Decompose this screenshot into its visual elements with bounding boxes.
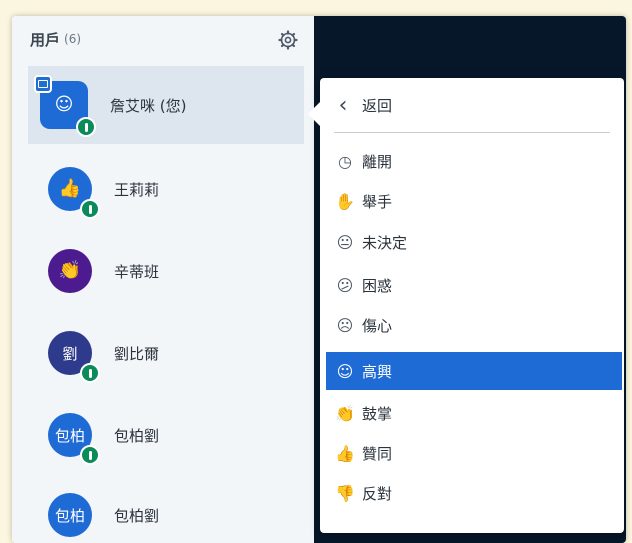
user-row[interactable]: 包柏 包柏劉 [28,396,304,474]
user-list-header: 用戶 (6) [30,28,81,50]
thumbs-up-icon: 👍 [335,443,355,463]
thumbs-down-icon: 👎 [335,483,355,503]
user-list-title: 用戶 [30,30,61,49]
menu-item-label: 鼓掌 [362,404,393,423]
raise-hand-icon: ✋ [335,191,355,211]
menu-item-label: 反對 [362,484,393,503]
menu-item-confused[interactable]: 😕 困惑 [326,266,622,304]
user-row[interactable]: 包柏 包柏劉 [28,476,304,543]
status-dropdown: ‹ 返回 ◷ 離開 ✋ 舉手 😐 未決定 😕 困惑 ☹ 傷心 ☺ 高興 👏 鼓掌… [308,78,624,533]
menu-item-label: 舉手 [362,192,393,211]
avatar: 👍 [48,167,100,219]
user-name: 劉比爾 [114,344,160,363]
user-name: 詹艾咪 (您) [110,96,187,115]
menu-item-label: 贊同 [362,444,393,463]
menu-item-agree[interactable]: 👍 贊同 [326,434,622,472]
microphone-icon [76,117,96,137]
app-frame: 用戶 (6) ☺ 詹艾咪 (您) 👍 王莉莉 👏 辛蒂班 劉 劉比爾 包柏 包柏… [12,16,626,543]
applause-icon: 👏 [335,403,355,423]
back-label: 返回 [362,96,393,115]
menu-item-happy[interactable]: ☺ 高興 [326,352,622,390]
avatar-initials: 劉 [62,344,78,363]
menu-item-sad[interactable]: ☹ 傷心 [326,306,622,344]
sad-face-icon: ☹ [336,315,354,335]
avatar: 👏 [48,249,92,293]
microphone-icon [80,363,100,383]
user-name: 辛蒂班 [114,262,160,281]
menu-item-label: 傷心 [362,316,393,335]
user-row[interactable]: 👍 王莉莉 [28,150,304,228]
back-button[interactable]: ‹ 返回 [330,90,392,120]
confused-face-icon: 😕 [336,275,354,295]
avatar: 包柏 [48,413,100,465]
menu-item-label: 高興 [362,362,393,381]
user-name: 包柏劉 [114,506,160,525]
neutral-face-icon: 😐 [336,232,354,252]
microphone-icon [80,445,100,465]
menu-item-away[interactable]: ◷ 離開 [326,142,622,180]
smile-face-icon: ☺ [54,94,74,115]
menu-item-label: 未決定 [362,233,408,252]
presenter-icon [34,75,52,93]
avatar: 劉 [48,331,100,383]
user-row[interactable]: 劉 劉比爾 [28,314,304,392]
user-count: (6) [64,32,82,46]
user-name: 包柏劉 [114,426,160,445]
menu-item-undecided[interactable]: 😐 未決定 [326,223,622,261]
avatar: 包柏 [48,493,92,537]
chevron-left-icon: ‹ [338,92,348,118]
thumbs-up-icon: 👍 [58,178,82,199]
user-name: 王莉莉 [114,180,160,199]
menu-item-disagree[interactable]: 👎 反對 [326,474,622,512]
menu-item-label: 困惑 [362,276,393,295]
menu-item-raise-hand[interactable]: ✋ 舉手 [326,182,622,220]
dropdown-caret [308,102,320,126]
avatar: ☺ [34,75,96,137]
microphone-icon [80,199,100,219]
user-list-panel: 用戶 (6) ☺ 詹艾咪 (您) 👍 王莉莉 👏 辛蒂班 劉 劉比爾 包柏 包柏… [12,16,315,543]
gear-icon[interactable] [278,30,298,50]
divider [334,132,610,133]
menu-item-applause[interactable]: 👏 鼓掌 [326,394,622,432]
menu-item-label: 離開 [362,152,393,171]
user-row[interactable]: 👏 辛蒂班 [28,232,304,310]
applause-icon: 👏 [58,260,82,281]
happy-face-icon: ☺ [336,361,354,381]
avatar-initials: 包柏 [54,426,85,445]
user-row-current[interactable]: ☺ 詹艾咪 (您) [28,66,304,144]
avatar-initials: 包柏 [54,506,85,525]
clock-icon: ◷ [338,151,352,171]
